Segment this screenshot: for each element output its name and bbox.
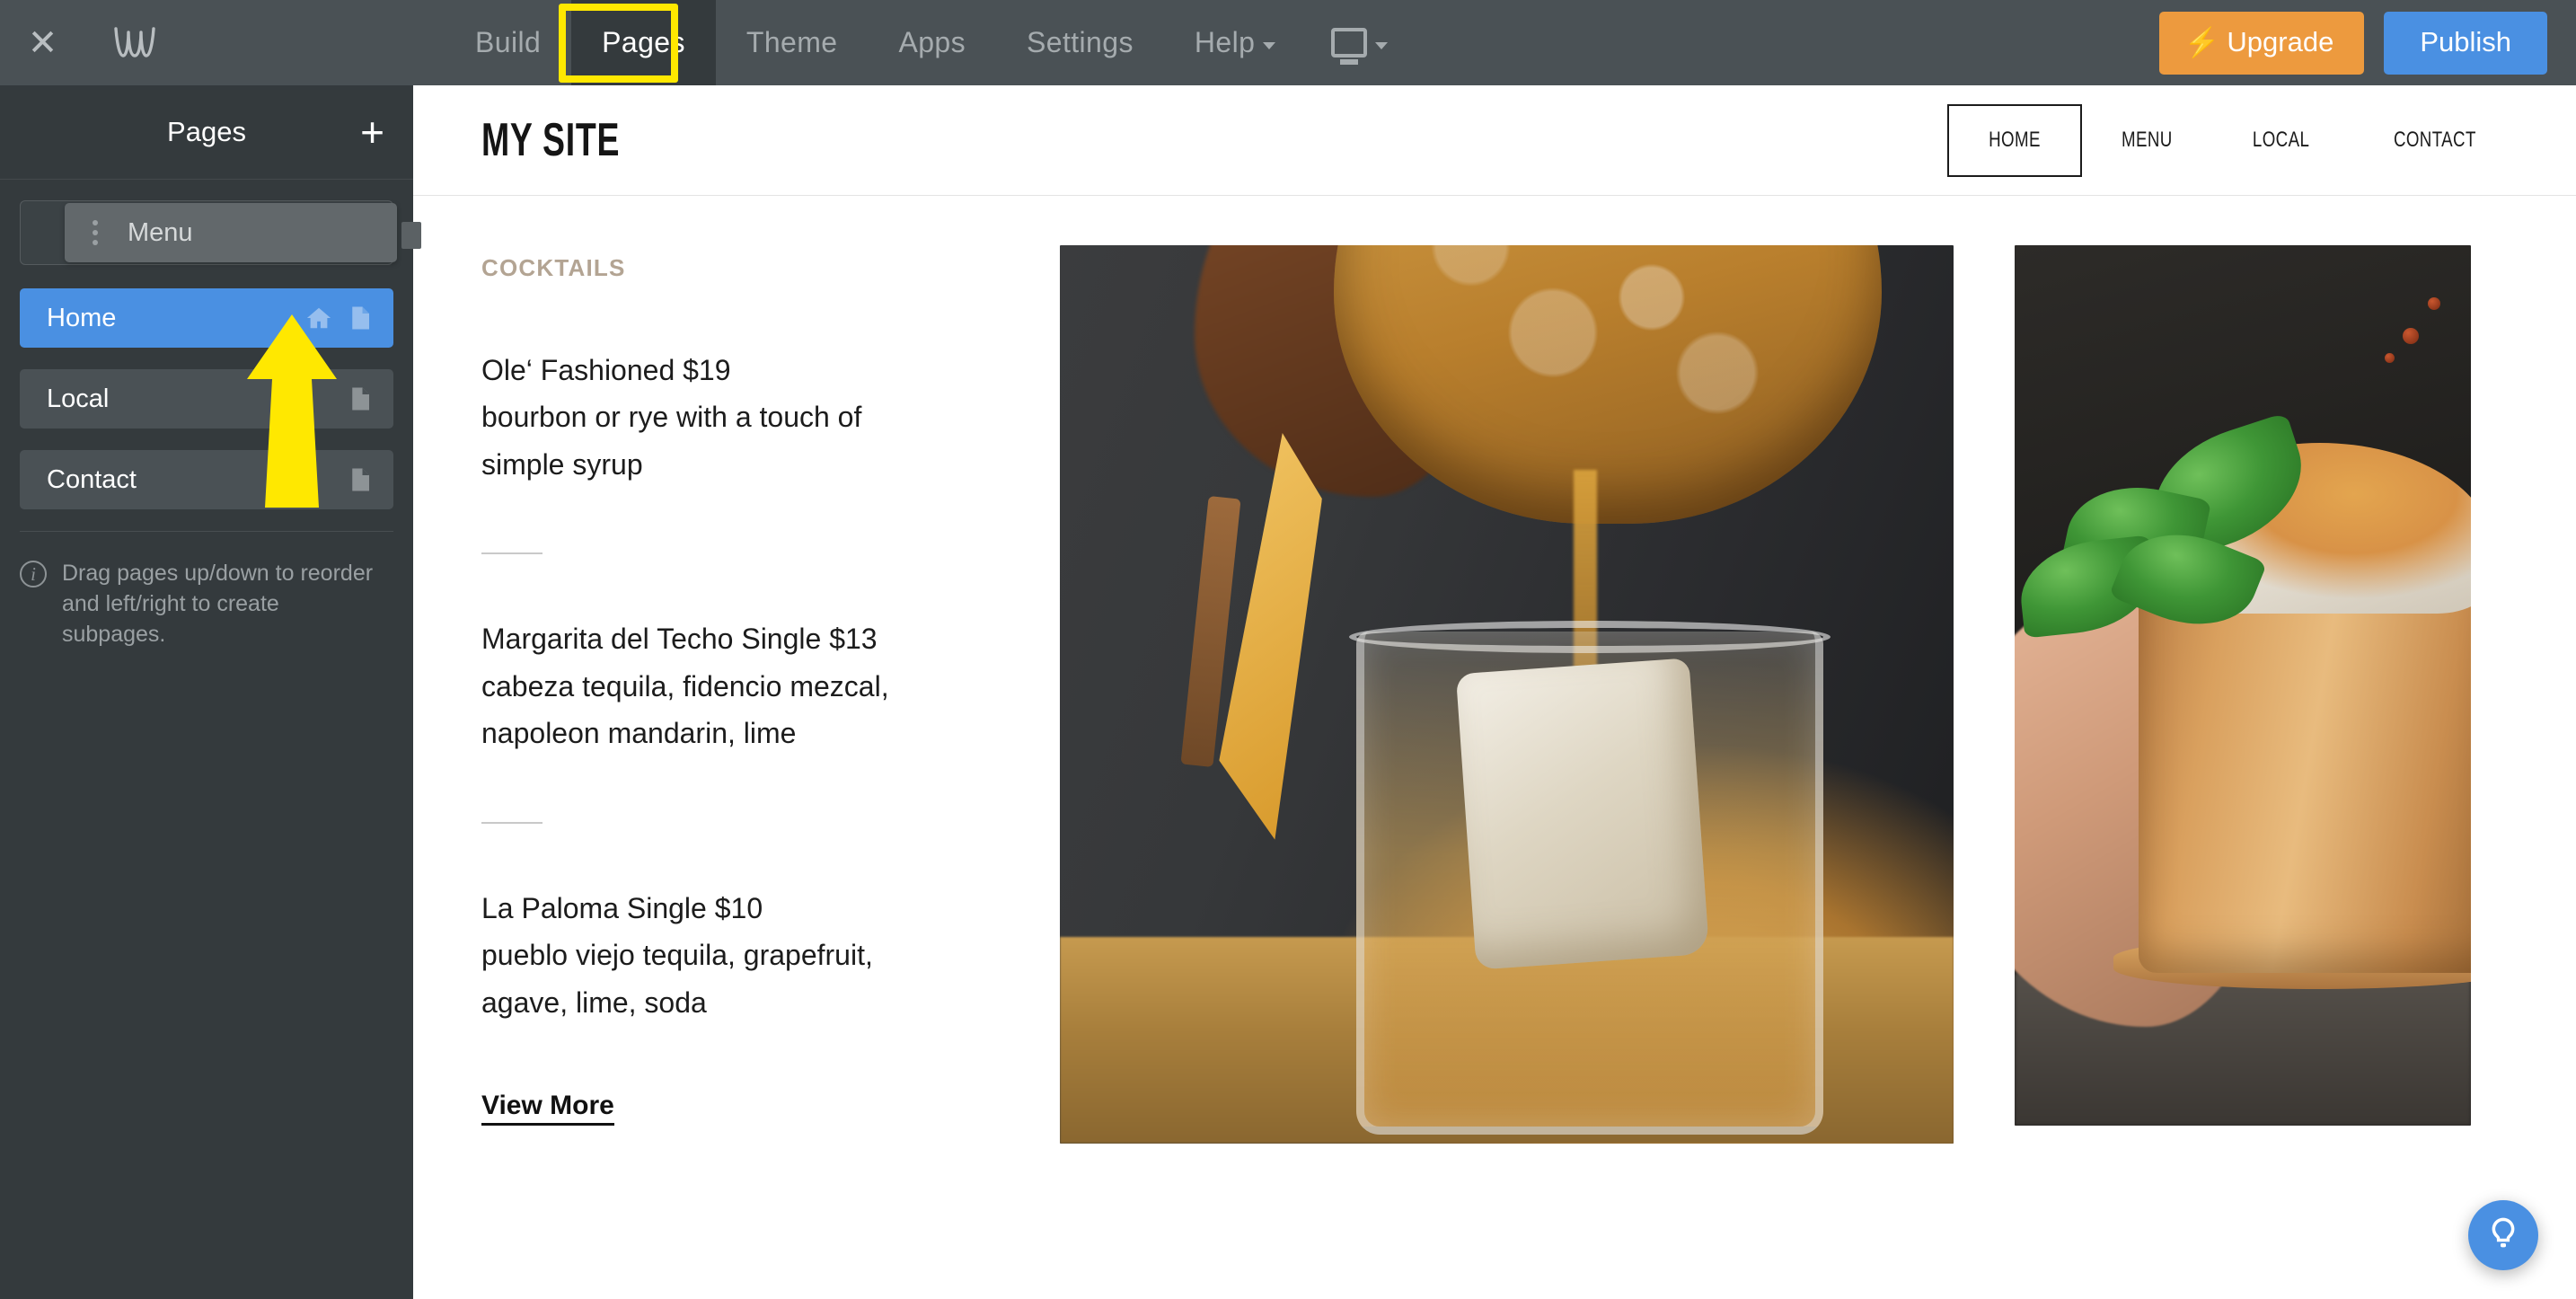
site-nav-item-local-label: LOCAL: [2228, 104, 2334, 177]
site-nav-item-home-label: HOME: [1963, 106, 2066, 175]
tab-settings-label: Settings: [1027, 26, 1134, 59]
pages-list: Menu Home Local: [0, 180, 413, 509]
site-nav-item-local[interactable]: LOCAL: [2212, 104, 2350, 177]
pages-panel-header: Pages +: [0, 85, 413, 180]
close-icon: ✕: [28, 22, 58, 64]
menu-item[interactable]: Margarita del Techo Single $13 cabeza te…: [481, 615, 1013, 756]
site-body: COCKTAILS Ole‘ Fashioned $19 bourbon or …: [413, 196, 2576, 1144]
tab-pages-label: Pages: [602, 26, 685, 59]
weebly-logo-button[interactable]: [85, 0, 184, 85]
site-nav-item-contact-label: CONTACT: [2369, 104, 2501, 177]
menu-item-desc-line: pueblo viejo tequila, grapefruit,: [481, 932, 1013, 978]
tab-pages[interactable]: Pages: [571, 0, 716, 85]
photo-liquid-droplet: [2428, 297, 2440, 310]
add-page-button[interactable]: +: [360, 111, 384, 153]
menu-item-title: La Paloma Single $10: [481, 885, 1013, 932]
site-nav-item-menu-label: MENU: [2096, 104, 2198, 177]
photo-ice-cube: [1456, 658, 1709, 969]
tab-build-label: Build: [475, 26, 541, 59]
menu-item-title: Ole‘ Fashioned $19: [481, 347, 1013, 393]
weebly-logo-icon: [111, 25, 158, 61]
page-icon: [347, 385, 374, 412]
device-preview-selector[interactable]: [1306, 0, 1413, 85]
menu-item-desc-line: simple syrup: [481, 441, 1013, 488]
pages-panel-hint: i Drag pages up/down to reorder and left…: [0, 532, 413, 650]
editor-tab-bar: Build Pages Theme Apps Settings Help: [445, 0, 1413, 85]
sidebar-item-home[interactable]: Home: [20, 288, 393, 348]
upgrade-button[interactable]: ⚡ Upgrade: [2159, 12, 2365, 75]
menu-divider: [481, 552, 543, 554]
sidebar-item-home-icons: [305, 305, 374, 331]
site-header: MY SITE HOME MENU LOCAL CONTACT: [413, 85, 2576, 196]
publish-button[interactable]: Publish: [2384, 12, 2547, 75]
mint-julep-photo[interactable]: [2015, 245, 2471, 1126]
view-more-link[interactable]: View More: [481, 1091, 614, 1126]
dragged-page-label: Menu: [128, 218, 193, 248]
menu-item-desc-line: napoleon mandarin, lime: [481, 710, 1013, 756]
tab-help[interactable]: Help: [1164, 0, 1306, 85]
sidebar-item-local-label: Local: [47, 384, 109, 414]
site-nav-item-contact[interactable]: CONTACT: [2350, 104, 2520, 177]
tab-theme-label: Theme: [746, 26, 838, 59]
info-icon: i: [20, 561, 47, 588]
menu-section-kicker: COCKTAILS: [481, 254, 1013, 282]
menu-item-desc-line: cabeza tequila, fidencio mezcal,: [481, 663, 1013, 710]
pages-panel-title: Pages: [0, 116, 413, 148]
site-nav-item-home[interactable]: HOME: [1947, 104, 2082, 177]
page-icon: [347, 305, 374, 331]
help-assistant-button[interactable]: [2468, 1200, 2538, 1270]
menu-item-desc-line: bourbon or rye with a touch of: [481, 393, 1013, 440]
photo-gallery: [1013, 245, 2471, 1144]
tab-theme[interactable]: Theme: [716, 0, 869, 85]
whiskey-pour-photo[interactable]: [1060, 245, 1954, 1144]
sidebar-item-contact-label: Contact: [47, 465, 137, 495]
site-nav-item-menu[interactable]: MENU: [2082, 104, 2212, 177]
sidebar-item-home-label: Home: [47, 304, 116, 333]
tab-apps-label: Apps: [898, 26, 966, 59]
pages-panel-hint-text: Drag pages up/down to reorder and left/r…: [62, 559, 386, 650]
dragged-page-menu[interactable]: Menu: [65, 203, 397, 262]
close-editor-button[interactable]: ✕: [0, 0, 85, 85]
page-icon: [347, 466, 374, 493]
menu-divider: [481, 822, 543, 824]
tab-settings[interactable]: Settings: [996, 0, 1164, 85]
publish-button-label: Publish: [2420, 26, 2511, 57]
menu-item-title: Margarita del Techo Single $13: [481, 615, 1013, 662]
site-preview: MY SITE HOME MENU LOCAL CONTACT COCKTAIL…: [413, 85, 2576, 1299]
tab-help-label: Help: [1195, 26, 1255, 59]
site-nav: HOME MENU LOCAL CONTACT: [1947, 104, 2520, 177]
chevron-down-icon: [1375, 42, 1388, 49]
home-icon: [305, 305, 332, 331]
toolbar-actions: ⚡ Upgrade Publish: [2159, 12, 2576, 75]
sidebar-item-contact[interactable]: Contact: [20, 450, 393, 509]
menu-item[interactable]: La Paloma Single $10 pueblo viejo tequil…: [481, 885, 1013, 1026]
sidebar-item-contact-icons: [347, 466, 374, 493]
dragged-page-edge-stub: [401, 222, 421, 249]
tab-build[interactable]: Build: [445, 0, 571, 85]
site-logo: MY SITE: [481, 113, 620, 167]
sidebar-item-local-icons: [347, 385, 374, 412]
lightbulb-icon: [2485, 1215, 2521, 1256]
monitor-icon: [1331, 28, 1367, 57]
tab-apps[interactable]: Apps: [868, 0, 996, 85]
chevron-down-icon: [1263, 42, 1275, 49]
photo-liquid-droplet: [2403, 328, 2419, 344]
menu-item[interactable]: Ole‘ Fashioned $19 bourbon or rye with a…: [481, 347, 1013, 488]
site-footer-spacer: [413, 1144, 2576, 1251]
menu-item-desc-line: agave, lime, soda: [481, 979, 1013, 1026]
pages-panel: Pages + Menu Home: [0, 85, 413, 1299]
bolt-icon: ⚡: [2184, 28, 2220, 57]
photo-liquid-droplet: [2385, 353, 2395, 363]
upgrade-button-label: Upgrade: [2227, 26, 2333, 58]
editor-toolbar: ✕ Build Pages Theme Apps Settings Help ⚡…: [0, 0, 2576, 85]
drag-dots-icon[interactable]: [75, 220, 115, 245]
cocktail-menu-column: COCKTAILS Ole‘ Fashioned $19 bourbon or …: [481, 245, 1013, 1144]
sidebar-item-local[interactable]: Local: [20, 369, 393, 429]
